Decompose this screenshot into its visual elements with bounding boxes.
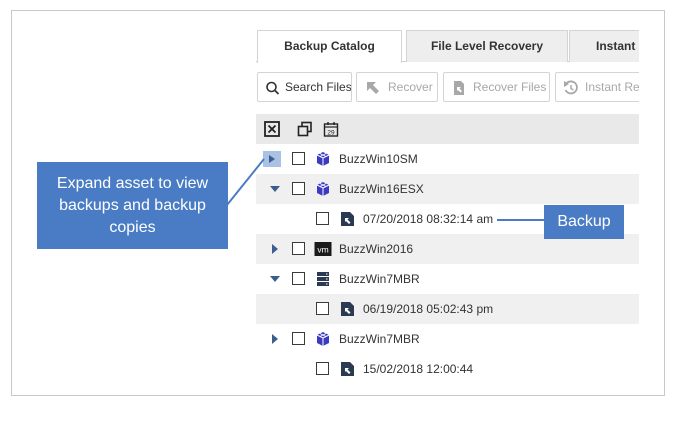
backup-callout: Backup bbox=[544, 205, 624, 239]
expand-callout-leader bbox=[226, 158, 265, 206]
expand-asset-callout: Expand asset to view backups and backup … bbox=[37, 162, 228, 249]
